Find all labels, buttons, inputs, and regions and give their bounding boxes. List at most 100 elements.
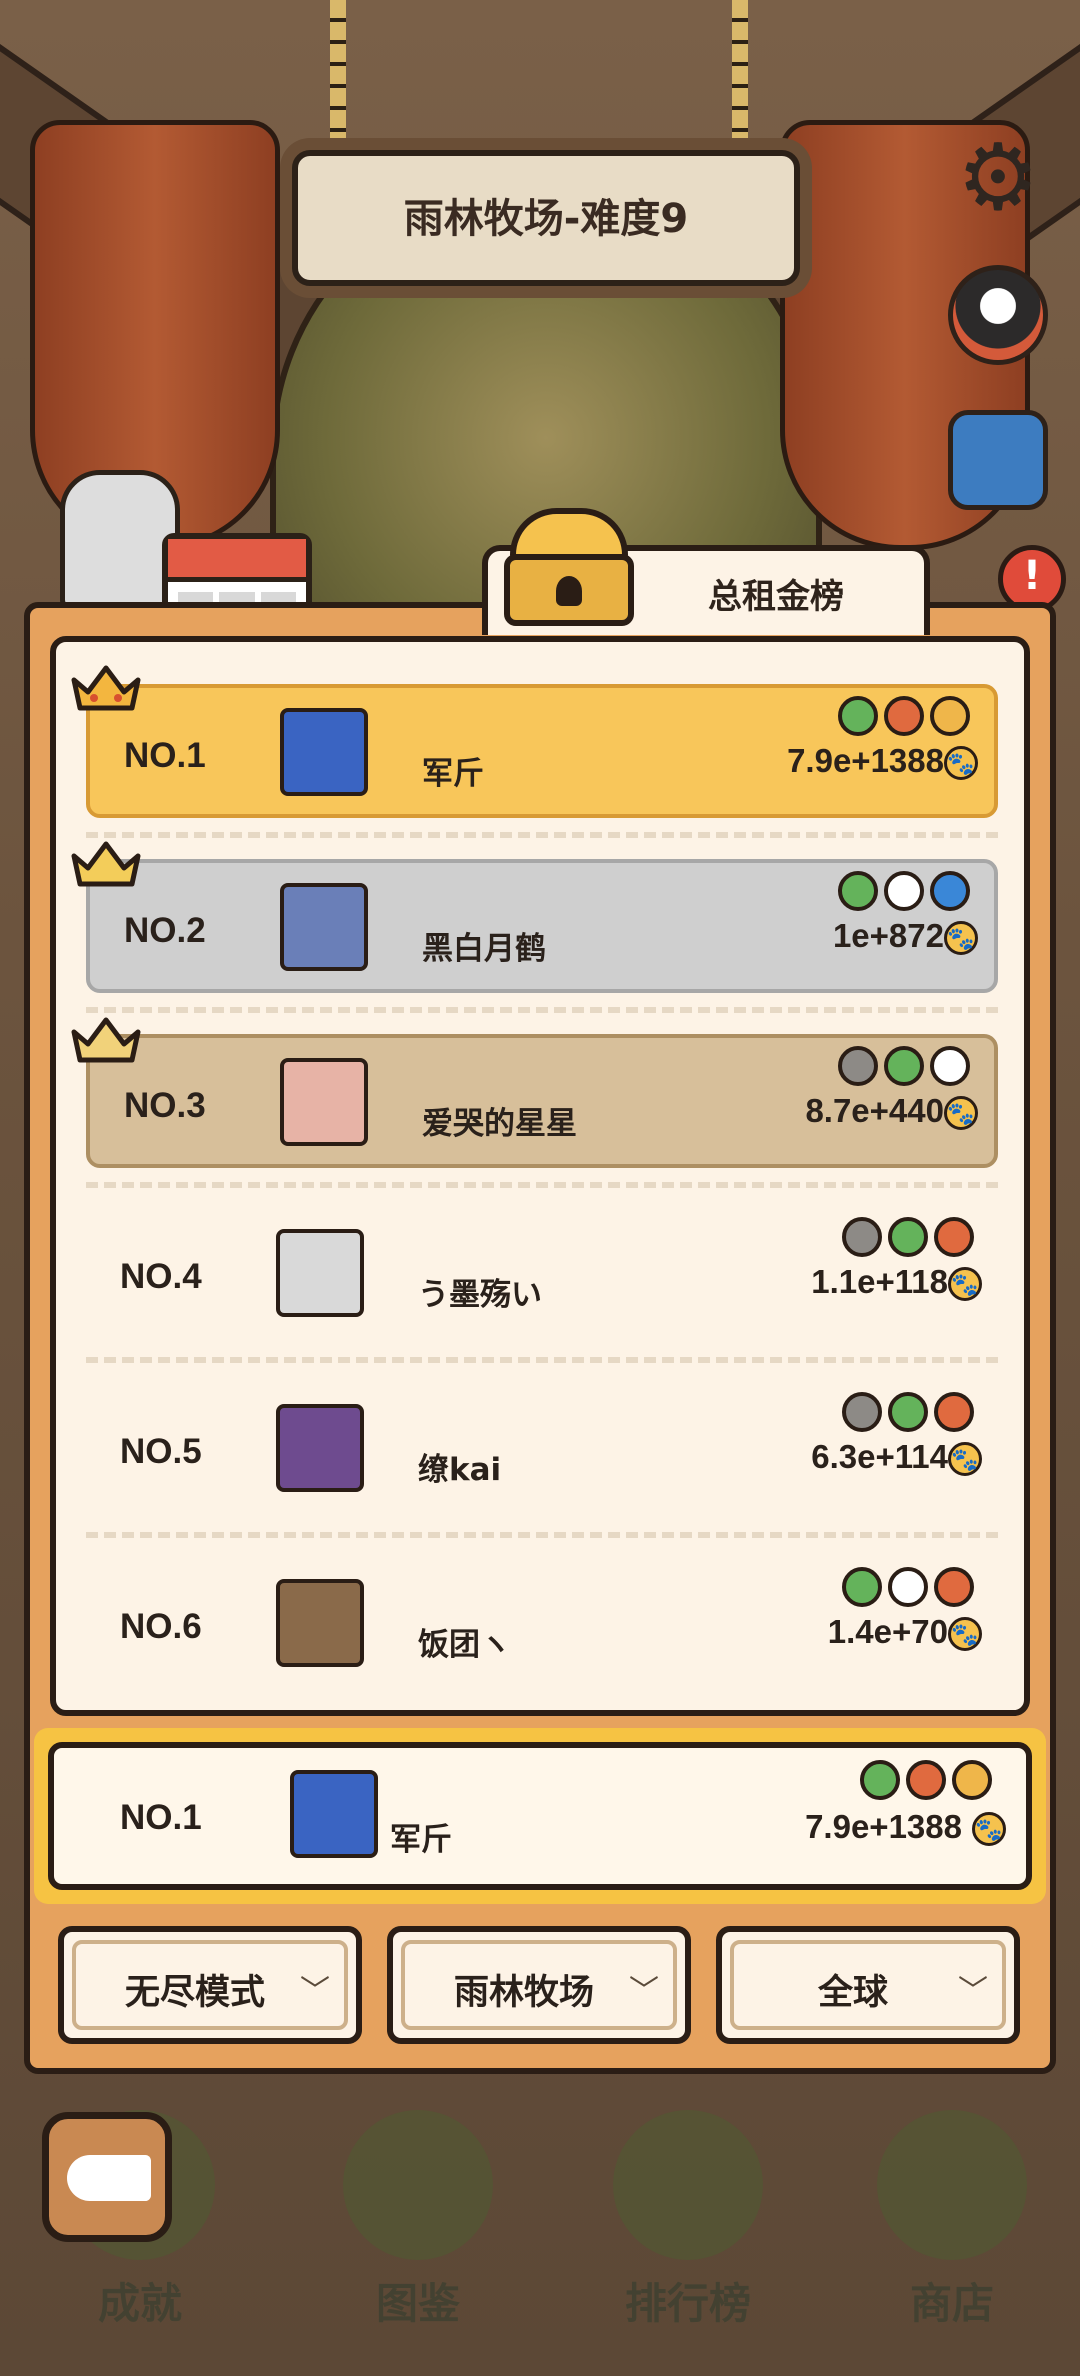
silver-crown-icon xyxy=(70,838,142,890)
player-score: 1.4e+70 xyxy=(827,1613,948,1650)
badge-icon xyxy=(842,1567,882,1607)
row-divider xyxy=(86,1007,998,1013)
my-rank-row[interactable]: NO.1 军斤 7.9e+1388 🐾 xyxy=(48,1742,1032,1890)
badge-icon xyxy=(934,1567,974,1607)
player-name: 缭kai xyxy=(418,1452,502,1488)
tab-label: 总租金榜 xyxy=(708,577,844,617)
paw-icon: 🐾 xyxy=(944,1096,978,1130)
player-avatar[interactable] xyxy=(280,708,368,796)
nav-ranking[interactable]: 排行榜 xyxy=(588,2110,788,2331)
player-avatar[interactable] xyxy=(276,1404,364,1492)
filter-bar: 无尽模式 ﹀ 雨林牧场 ﹀ 全球 ﹀ xyxy=(58,1926,1020,2044)
paw-icon: 🐾 xyxy=(944,921,978,955)
rank-number: NO.6 xyxy=(120,1607,202,1646)
player-badges xyxy=(842,1392,974,1432)
megaphone-icon[interactable] xyxy=(948,410,1048,510)
calendar-top xyxy=(168,539,306,582)
badge-icon xyxy=(838,696,878,736)
player-score: 1e+872 xyxy=(832,917,944,954)
my-name: 军斤 xyxy=(390,1822,452,1858)
sign-chain-right xyxy=(732,0,748,170)
treasure-chest-icon xyxy=(504,508,634,626)
badge-icon xyxy=(930,871,970,911)
badge-icon xyxy=(838,1046,878,1086)
badge-icon xyxy=(884,871,924,911)
badge-icon xyxy=(952,1760,992,1800)
player-avatar[interactable] xyxy=(280,1058,368,1146)
map-label: 雨林牧场 xyxy=(453,1973,594,2013)
player-badges xyxy=(842,1217,974,1257)
nav-label: 图鉴 xyxy=(375,2279,460,2328)
back-button[interactable] xyxy=(42,2112,172,2242)
player-score: 7.9e+1388 xyxy=(787,742,944,779)
player-name: 饭团ヽ xyxy=(418,1627,511,1663)
level-title: 雨林牧场-难度9 xyxy=(403,196,689,242)
player-avatar[interactable] xyxy=(276,1579,364,1667)
mode-label: 无尽模式 xyxy=(124,1973,265,2013)
my-rank-number: NO.1 xyxy=(120,1798,202,1837)
leaderboard-row[interactable]: NO.5 缭kai 6.3e+114 🐾 xyxy=(86,1384,998,1518)
settings-gear-icon[interactable]: ⚙ xyxy=(950,130,1046,226)
back-arrow-icon xyxy=(67,2155,151,2201)
row-divider xyxy=(86,832,998,838)
player-name: 爱哭的星星 xyxy=(422,1106,577,1142)
badge-icon xyxy=(934,1392,974,1432)
row-divider xyxy=(86,1182,998,1188)
leaderboard-row[interactable]: NO.3 爱哭的星星 8.7e+440 🐾 xyxy=(86,1034,998,1168)
my-score: 7.9e+1388 xyxy=(805,1808,962,1845)
chevron-down-icon: ﹀ xyxy=(629,1974,659,2009)
map-dropdown[interactable]: 雨林牧场 ﹀ xyxy=(387,1926,691,2044)
badge-icon xyxy=(930,696,970,736)
leaderboard-list[interactable]: NO.1 军斤 7.9e+1388 🐾 NO.2 黑白月鹤 1e+872 🐾 NO.3 爱哭的星星… xyxy=(50,636,1030,1716)
player-badges xyxy=(838,1046,970,1086)
badge-icon xyxy=(860,1760,900,1800)
paw-icon: 🐾 xyxy=(948,1617,982,1651)
badge-icon xyxy=(934,1217,974,1257)
leaderboard-row[interactable]: NO.6 饭团ヽ 1.4e+70 🐾 xyxy=(86,1559,998,1693)
paw-icon: 🐾 xyxy=(948,1442,982,1476)
nav-shop[interactable]: 商店 xyxy=(852,2110,1052,2331)
scroll-icon xyxy=(613,2110,763,2260)
row-divider xyxy=(86,1532,998,1538)
gold-crown-icon xyxy=(70,662,142,714)
nav-collection[interactable]: 图鉴 xyxy=(318,2110,518,2331)
rank-number: NO.5 xyxy=(120,1432,202,1471)
badge-icon xyxy=(930,1046,970,1086)
region-dropdown[interactable]: 全球 ﹀ xyxy=(716,1926,1020,2044)
player-score: 6.3e+114 xyxy=(811,1438,948,1475)
badge-icon xyxy=(884,696,924,736)
leaderboard-row[interactable]: NO.4 う墨殇い 1.1e+118 🐾 xyxy=(86,1209,998,1343)
badge-icon xyxy=(888,1392,928,1432)
my-rank-highlight: NO.1 军斤 7.9e+1388 🐾 xyxy=(34,1728,1046,1904)
shop-icon xyxy=(877,2110,1027,2260)
row-divider xyxy=(86,1357,998,1363)
nav-label: 成就 xyxy=(97,2279,182,2328)
nav-label: 商店 xyxy=(909,2279,994,2328)
player-avatar[interactable] xyxy=(276,1229,364,1317)
book-icon xyxy=(343,2110,493,2260)
chevron-down-icon: ﹀ xyxy=(300,1974,330,2009)
badge-icon xyxy=(888,1567,928,1607)
paw-icon: 🐾 xyxy=(948,1267,982,1301)
player-badges xyxy=(838,871,970,911)
chevron-down-icon: ﹀ xyxy=(958,1974,988,2009)
my-badges xyxy=(860,1760,992,1800)
rank-number: NO.4 xyxy=(120,1257,202,1296)
badge-icon xyxy=(842,1217,882,1257)
my-avatar[interactable] xyxy=(290,1770,378,1858)
badge-icon xyxy=(884,1046,924,1086)
leaderboard-row[interactable]: NO.1 军斤 7.9e+1388 🐾 xyxy=(86,684,998,818)
leaderboard-row[interactable]: NO.2 黑白月鹤 1e+872 🐾 xyxy=(86,859,998,993)
rank-number: NO.1 xyxy=(124,736,206,775)
player-name: 黑白月鹤 xyxy=(422,931,546,967)
badge-icon xyxy=(842,1392,882,1432)
badge-icon xyxy=(838,871,878,911)
player-badges xyxy=(838,696,970,736)
player-avatar[interactable] xyxy=(280,883,368,971)
mode-dropdown[interactable]: 无尽模式 ﹀ xyxy=(58,1926,362,2044)
penguin-social-icon[interactable] xyxy=(948,265,1048,365)
player-badges xyxy=(842,1567,974,1607)
badge-icon xyxy=(906,1760,946,1800)
paw-icon: 🐾 xyxy=(944,746,978,780)
paw-icon: 🐾 xyxy=(972,1812,1006,1846)
